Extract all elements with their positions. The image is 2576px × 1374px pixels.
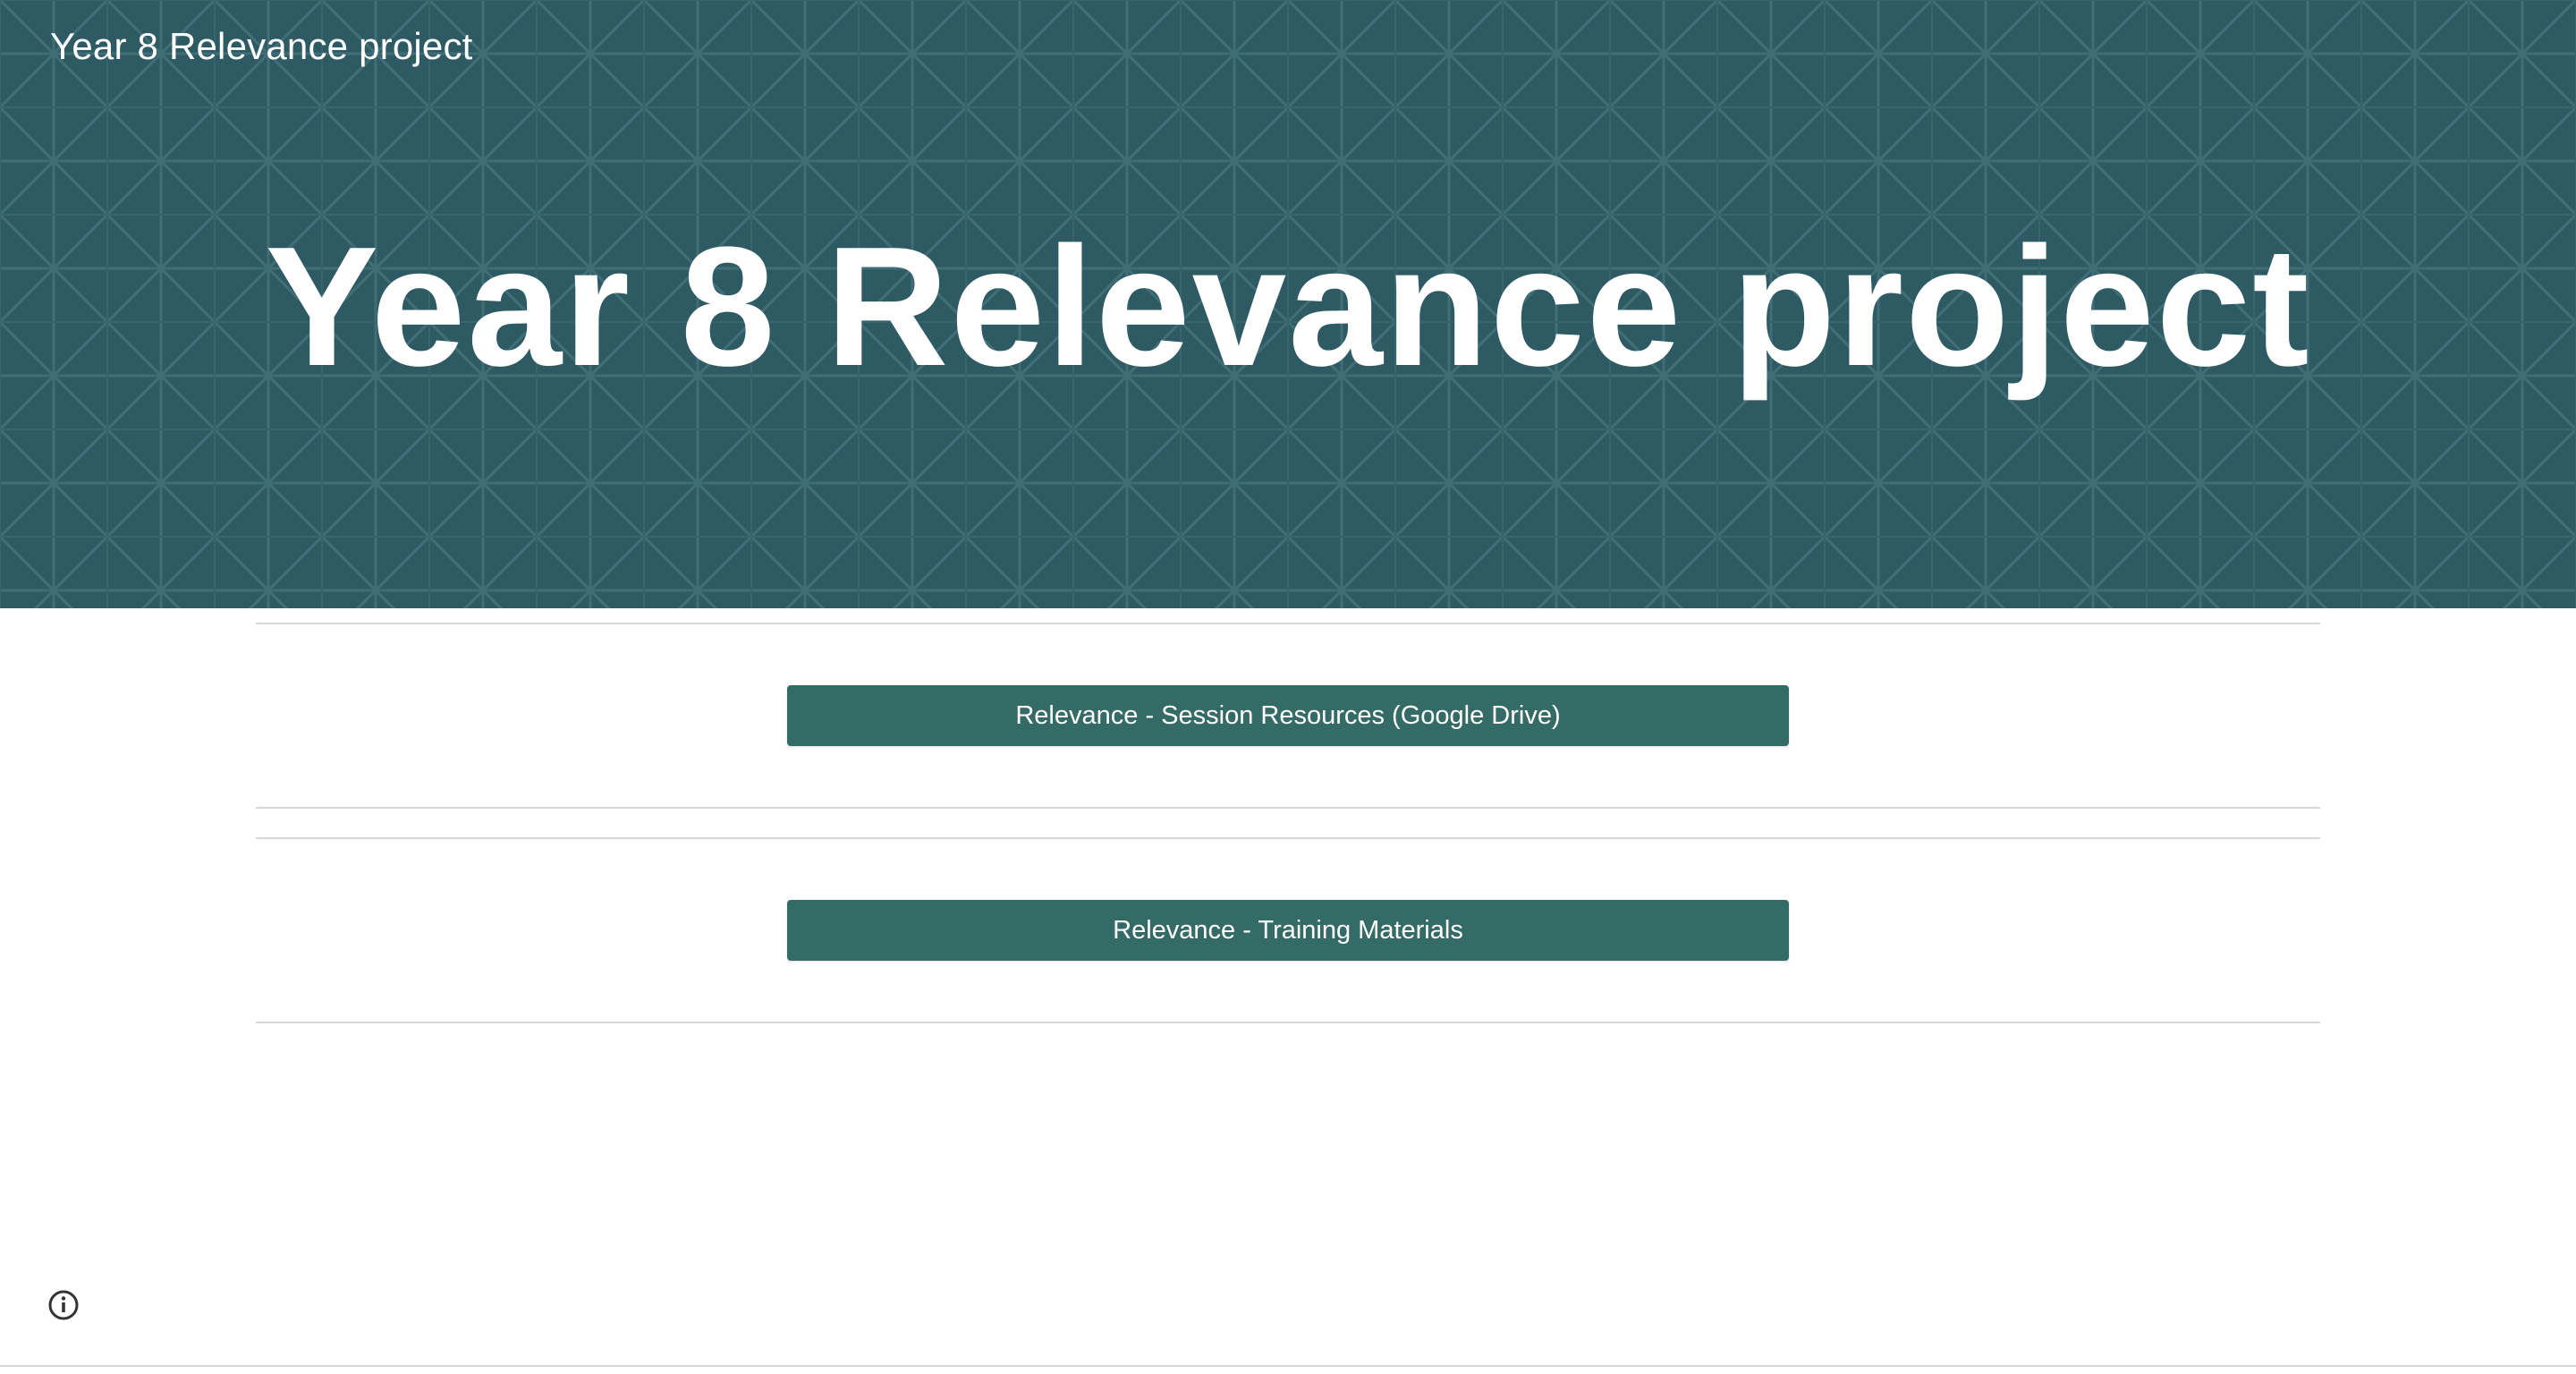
session-resources-button[interactable]: Relevance - Session Resources (Google Dr… bbox=[787, 685, 1789, 746]
bottom-divider bbox=[0, 1365, 2576, 1367]
page-title: Year 8 Relevance project bbox=[265, 212, 2311, 402]
info-icon[interactable] bbox=[47, 1288, 80, 1322]
training-materials-button[interactable]: Relevance - Training Materials bbox=[787, 900, 1789, 961]
section-training-materials: Relevance - Training Materials bbox=[256, 837, 2320, 1023]
section-session-resources: Relevance - Session Resources (Google Dr… bbox=[256, 623, 2320, 809]
page: Year 8 Relevance project Year 8 Relevanc… bbox=[0, 0, 2576, 1374]
header-banner: Year 8 Relevance project Year 8 Relevanc… bbox=[0, 0, 2576, 608]
site-title-link[interactable]: Year 8 Relevance project bbox=[50, 25, 473, 68]
